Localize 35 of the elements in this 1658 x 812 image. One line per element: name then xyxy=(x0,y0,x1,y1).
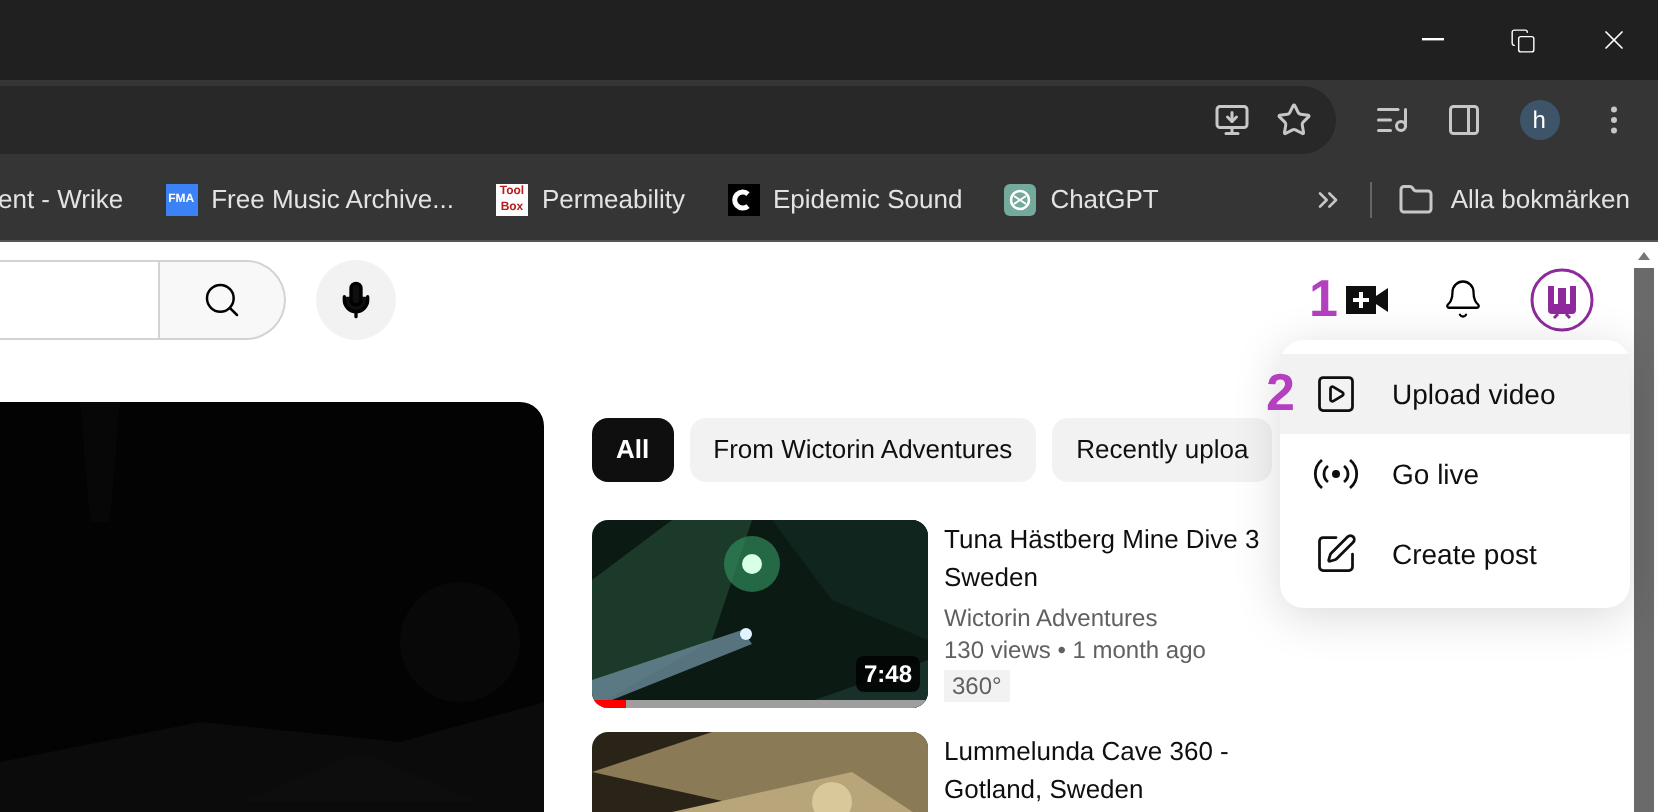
menu-item[interactable]: Go live xyxy=(1280,434,1630,514)
profile-avatar[interactable]: h xyxy=(1519,100,1560,140)
filter-chip[interactable]: From Wictorin Adventures xyxy=(689,418,1037,482)
folder-icon xyxy=(1398,182,1435,218)
filter-chip[interactable]: Recently uploa xyxy=(1052,418,1273,482)
filter-chip[interactable]: All xyxy=(592,418,674,482)
search-button[interactable] xyxy=(160,259,286,339)
broadcast-icon xyxy=(1312,458,1360,490)
epidemic-icon xyxy=(727,184,760,216)
play-square-icon xyxy=(1314,372,1358,416)
search-icon xyxy=(202,279,242,319)
install-icon[interactable] xyxy=(1214,102,1250,138)
voice-search-button[interactable] xyxy=(316,259,396,339)
pencil-square-icon xyxy=(1314,532,1358,576)
scroll-up-icon[interactable] xyxy=(1636,250,1652,262)
bookmark[interactable]: Epidemic Sound xyxy=(727,180,963,220)
all-bookmarks[interactable]: Alla bokmärken xyxy=(1398,180,1658,220)
chatgpt-icon xyxy=(1004,184,1037,216)
notifications-icon[interactable] xyxy=(1442,278,1484,320)
video-meta: 130 views • 1 month ago xyxy=(944,634,1208,666)
video-badge: 360° xyxy=(944,670,1010,702)
channel-name[interactable]: Wictorin Adventures xyxy=(944,602,1260,634)
star-icon[interactable] xyxy=(1276,102,1312,138)
restore-icon xyxy=(1510,27,1536,53)
minimize-icon xyxy=(1422,38,1444,42)
channel-avatar[interactable] xyxy=(1530,267,1594,331)
bookmark[interactable]: ChatGPT xyxy=(1004,180,1159,220)
create-video-icon[interactable] xyxy=(1346,283,1390,315)
duration-label: 7:48 xyxy=(855,656,920,692)
annotation-number: 1 xyxy=(1309,266,1338,332)
menu-item[interactable]: Create post xyxy=(1280,514,1630,594)
media-control-icon[interactable] xyxy=(1374,102,1411,138)
side-panel-icon[interactable] xyxy=(1446,102,1483,138)
video-title[interactable]: Tuna Hästberg Mine Dive 3 Sweden xyxy=(944,520,1260,596)
video-title[interactable]: Lummelunda Cave 360 - Gotland, Sweden xyxy=(944,732,1229,808)
